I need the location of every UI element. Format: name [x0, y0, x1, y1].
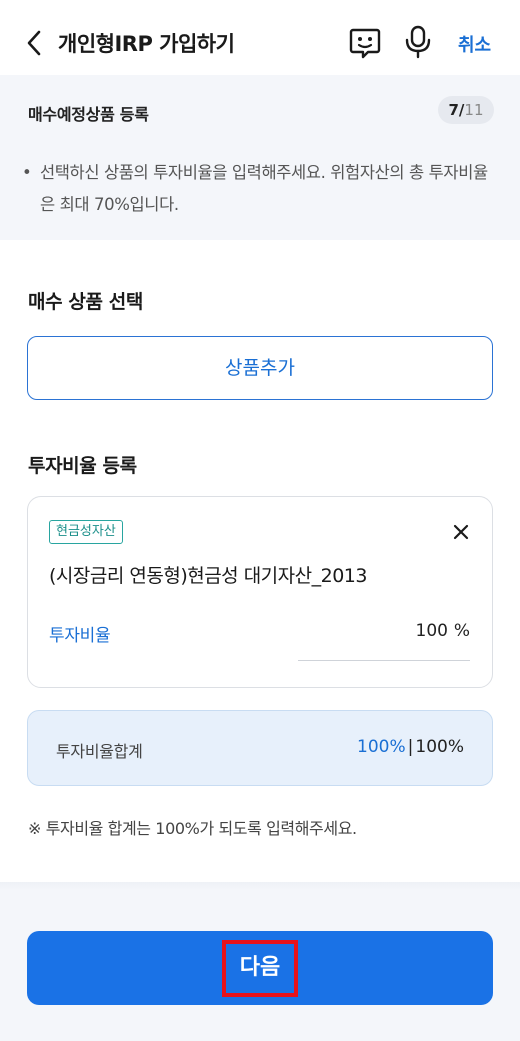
step-progress-badge: 7/11	[438, 96, 494, 124]
add-product-button[interactable]: 상품추가	[27, 336, 493, 400]
ratio-input-field[interactable]: 100 %	[298, 609, 470, 661]
highlight-annotation	[222, 940, 298, 997]
ratio-total-current: 100%	[357, 737, 406, 757]
ratio-total-divider: |	[407, 737, 414, 757]
ratio-total-box: 투자비율합계 100% | 100%	[27, 710, 493, 786]
ratio-total-values: 100% | 100%	[357, 737, 464, 757]
close-icon[interactable]	[451, 522, 471, 542]
product-card: 현금성자산 (시장금리 연동형)현금성 대기자산_2013 투자비율 100 %	[27, 496, 493, 688]
step-total: 11	[464, 101, 484, 119]
app-header: 개인형IRP 가입하기 취소	[0, 0, 520, 84]
product-name: (시장금리 연동형)현금성 대기자산_2013	[49, 565, 367, 587]
microphone-icon[interactable]	[403, 24, 433, 60]
ratio-input-value: 100	[415, 621, 448, 641]
chatbot-icon[interactable]	[348, 26, 382, 60]
ratio-unit: %	[453, 621, 470, 641]
ratio-section-title: 투자비율 등록	[28, 455, 137, 477]
product-select-title: 매수 상품 선택	[28, 291, 143, 313]
step-current: 7	[448, 101, 459, 119]
asset-type-badge: 현금성자산	[49, 520, 123, 544]
step-note-text: 선택하신 상품의 투자비율을 입력해주세요. 위험자산의 총 투자비율은 최대 …	[40, 163, 488, 214]
step-title: 매수예정상품 등록	[28, 105, 149, 124]
cancel-button[interactable]: 취소	[458, 31, 491, 57]
ratio-notice: ※ 투자비율 합계는 100%가 되도록 입력해주세요.	[28, 819, 357, 838]
ratio-total-label: 투자비율합계	[56, 742, 143, 761]
step-instruction: • 선택하신 상품의 투자비율을 입력해주세요. 위험자산의 총 투자비율은 최대…	[22, 157, 500, 221]
ratio-label: 투자비율	[49, 626, 111, 646]
bullet-icon: •	[22, 163, 32, 182]
ratio-total-max: 100%	[415, 737, 464, 757]
page-title: 개인형IRP 가입하기	[58, 32, 235, 56]
back-arrow-icon[interactable]	[22, 28, 48, 58]
